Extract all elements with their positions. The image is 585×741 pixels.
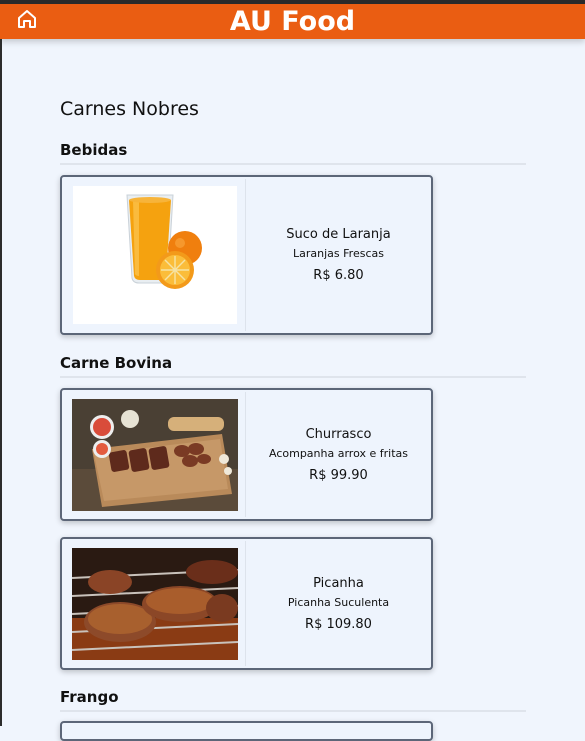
menu-item-card[interactable]: Churrasco Acompanha arrox e fritas R$ 99… bbox=[60, 388, 433, 521]
barbecue-board-image bbox=[71, 398, 238, 511]
item-name: Churrasco bbox=[305, 426, 372, 442]
item-name: Picanha bbox=[313, 575, 364, 591]
menu-item-card[interactable] bbox=[60, 721, 433, 741]
item-description: Laranjas Frescas bbox=[293, 247, 384, 260]
item-price: R$ 109.80 bbox=[305, 616, 372, 632]
window-left-edge bbox=[0, 39, 2, 726]
grilled-picanha-image bbox=[71, 547, 238, 660]
item-image bbox=[64, 541, 246, 666]
section-title-frango: Frango bbox=[60, 688, 526, 712]
section-title-carne-bovina: Carne Bovina bbox=[60, 354, 526, 378]
item-description: Picanha Suculenta bbox=[287, 595, 390, 609]
item-name: Suco de Laranja bbox=[286, 227, 391, 242]
app-title: AU Food bbox=[229, 6, 356, 37]
item-info: Churrasco Acompanha arrox e fritas R$ 99… bbox=[246, 390, 431, 519]
orange-juice-image bbox=[72, 186, 237, 324]
menu-item-card[interactable]: Picanha Picanha Suculenta R$ 109.80 bbox=[60, 537, 433, 670]
item-info: Picanha Picanha Suculenta R$ 109.80 bbox=[246, 539, 431, 668]
item-description: Acompanha arrox e fritas bbox=[269, 446, 408, 460]
item-price: R$ 6.80 bbox=[313, 268, 364, 283]
restaurant-name: Carnes Nobres bbox=[60, 98, 199, 120]
item-image bbox=[64, 392, 246, 517]
item-image bbox=[64, 179, 246, 331]
item-price: R$ 99.90 bbox=[309, 467, 368, 483]
item-info: Suco de Laranja Laranjas Frescas R$ 6.80 bbox=[246, 177, 431, 333]
section-title-bebidas: Bebidas bbox=[60, 141, 526, 165]
restaurant-header: Carnes Nobres bbox=[60, 96, 526, 122]
app-header: AU Food bbox=[0, 4, 585, 39]
menu-item-card[interactable]: Suco de Laranja Laranjas Frescas R$ 6.80 bbox=[60, 175, 433, 335]
